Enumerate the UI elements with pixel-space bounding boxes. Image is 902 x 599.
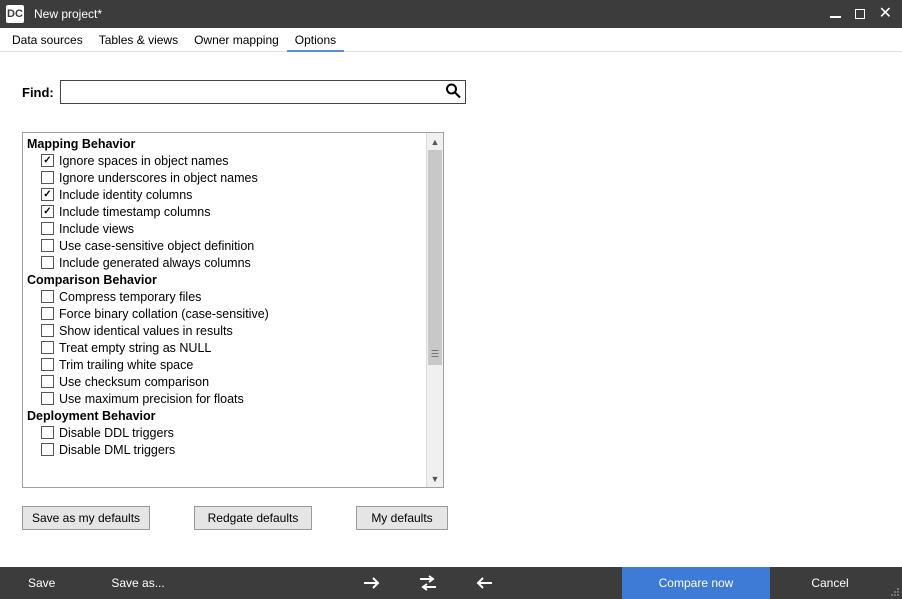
option-row[interactable]: Disable DML triggers [27,441,426,458]
option-row[interactable]: Compress temporary files [27,288,426,305]
option-label: Ignore underscores in object names [59,171,258,185]
checkbox[interactable] [41,222,54,235]
option-label: Include generated always columns [59,256,251,270]
save-button[interactable]: Save [0,567,83,599]
window-controls: ✕ [830,6,896,22]
section-title: Mapping Behavior [27,135,426,152]
my-defaults-button[interactable]: My defaults [356,506,448,530]
option-row[interactable]: Disable DDL triggers [27,424,426,441]
option-row[interactable]: Use checksum comparison [27,373,426,390]
option-label: Use case-sensitive object definition [59,239,254,253]
checkbox[interactable] [41,171,54,184]
option-label: Use maximum precision for floats [59,392,244,406]
swap-direction-button[interactable] [400,575,456,591]
section-title: Comparison Behavior [27,271,426,288]
option-label: Include identity columns [59,188,192,202]
options-list: Mapping Behavior Ignore spaces in object … [23,133,426,487]
checkbox[interactable] [41,188,54,201]
tab-owner-mapping[interactable]: Owner mapping [186,29,287,52]
option-label: Force binary collation (case-sensitive) [59,307,269,321]
checkbox[interactable] [41,154,54,167]
checkbox[interactable] [41,392,54,405]
footer-direction-controls [344,575,622,591]
checkbox[interactable] [41,443,54,456]
close-button[interactable]: ✕ [879,6,892,22]
option-label: Disable DML triggers [59,443,175,457]
option-label: Include timestamp columns [59,205,210,219]
option-row[interactable]: Include views [27,220,426,237]
tab-tables-views[interactable]: Tables & views [91,29,186,52]
search-wrap [60,80,466,104]
minimize-button[interactable] [830,16,841,18]
checkbox[interactable] [41,256,54,269]
compare-now-button[interactable]: Compare now [622,567,770,599]
resize-grip-icon[interactable] [890,567,902,599]
tab-options[interactable]: Options [287,29,344,52]
option-label: Show identical values in results [59,324,233,338]
option-label: Disable DDL triggers [59,426,174,440]
tab-data-sources[interactable]: Data sources [4,29,91,52]
direction-right-button[interactable] [344,577,400,589]
find-input[interactable] [60,80,466,104]
save-as-button[interactable]: Save as... [83,567,192,599]
option-label: Treat empty string as NULL [59,341,211,355]
content-area: Find: Mapping Behavior Ignore spaces in o… [0,52,902,540]
save-as-my-defaults-button[interactable]: Save as my defaults [22,506,150,530]
scrollbar[interactable]: ▲ ▼ [426,133,443,487]
option-label: Ignore spaces in object names [59,154,229,168]
option-row[interactable]: Treat empty string as NULL [27,339,426,356]
scrollbar-grip-icon [432,350,439,357]
option-row[interactable]: Show identical values in results [27,322,426,339]
checkbox[interactable] [41,239,54,252]
find-row: Find: [22,80,880,104]
option-row[interactable]: Use case-sensitive object definition [27,237,426,254]
option-label: Use checksum comparison [59,375,209,389]
option-label: Include views [59,222,134,236]
option-row[interactable]: Ignore underscores in object names [27,169,426,186]
option-row[interactable]: Include identity columns [27,186,426,203]
tab-bar: Data sources Tables & views Owner mappin… [0,28,902,52]
checkbox[interactable] [41,341,54,354]
checkbox[interactable] [41,426,54,439]
section-title: Deployment Behavior [27,407,426,424]
option-row[interactable]: Force binary collation (case-sensitive) [27,305,426,322]
app-icon: DC [6,5,24,23]
option-row[interactable]: Include timestamp columns [27,203,426,220]
search-icon[interactable] [445,83,461,102]
option-row[interactable]: Ignore spaces in object names [27,152,426,169]
find-label: Find: [22,85,54,100]
option-row[interactable]: Trim trailing white space [27,356,426,373]
footer-bar: Save Save as... Compare now Cancel [0,567,902,599]
options-panel: Mapping Behavior Ignore spaces in object … [22,132,444,488]
scrollbar-thumb[interactable] [428,150,442,365]
direction-left-button[interactable] [456,577,512,589]
checkbox[interactable] [41,205,54,218]
scroll-down-icon[interactable]: ▼ [427,470,443,487]
defaults-row: Save as my defaults Redgate defaults My … [22,506,880,530]
checkbox[interactable] [41,375,54,388]
cancel-button[interactable]: Cancel [770,567,890,599]
checkbox[interactable] [41,358,54,371]
option-label: Compress temporary files [59,290,201,304]
checkbox[interactable] [41,324,54,337]
titlebar: DC New project* ✕ [0,0,902,28]
checkbox[interactable] [41,307,54,320]
option-label: Trim trailing white space [59,358,193,372]
redgate-defaults-button[interactable]: Redgate defaults [194,506,312,530]
option-row[interactable]: Use maximum precision for floats [27,390,426,407]
maximize-button[interactable] [855,9,865,19]
scroll-up-icon[interactable]: ▲ [427,133,443,150]
option-row[interactable]: Include generated always columns [27,254,426,271]
checkbox[interactable] [41,290,54,303]
window-title: New project* [34,7,830,21]
